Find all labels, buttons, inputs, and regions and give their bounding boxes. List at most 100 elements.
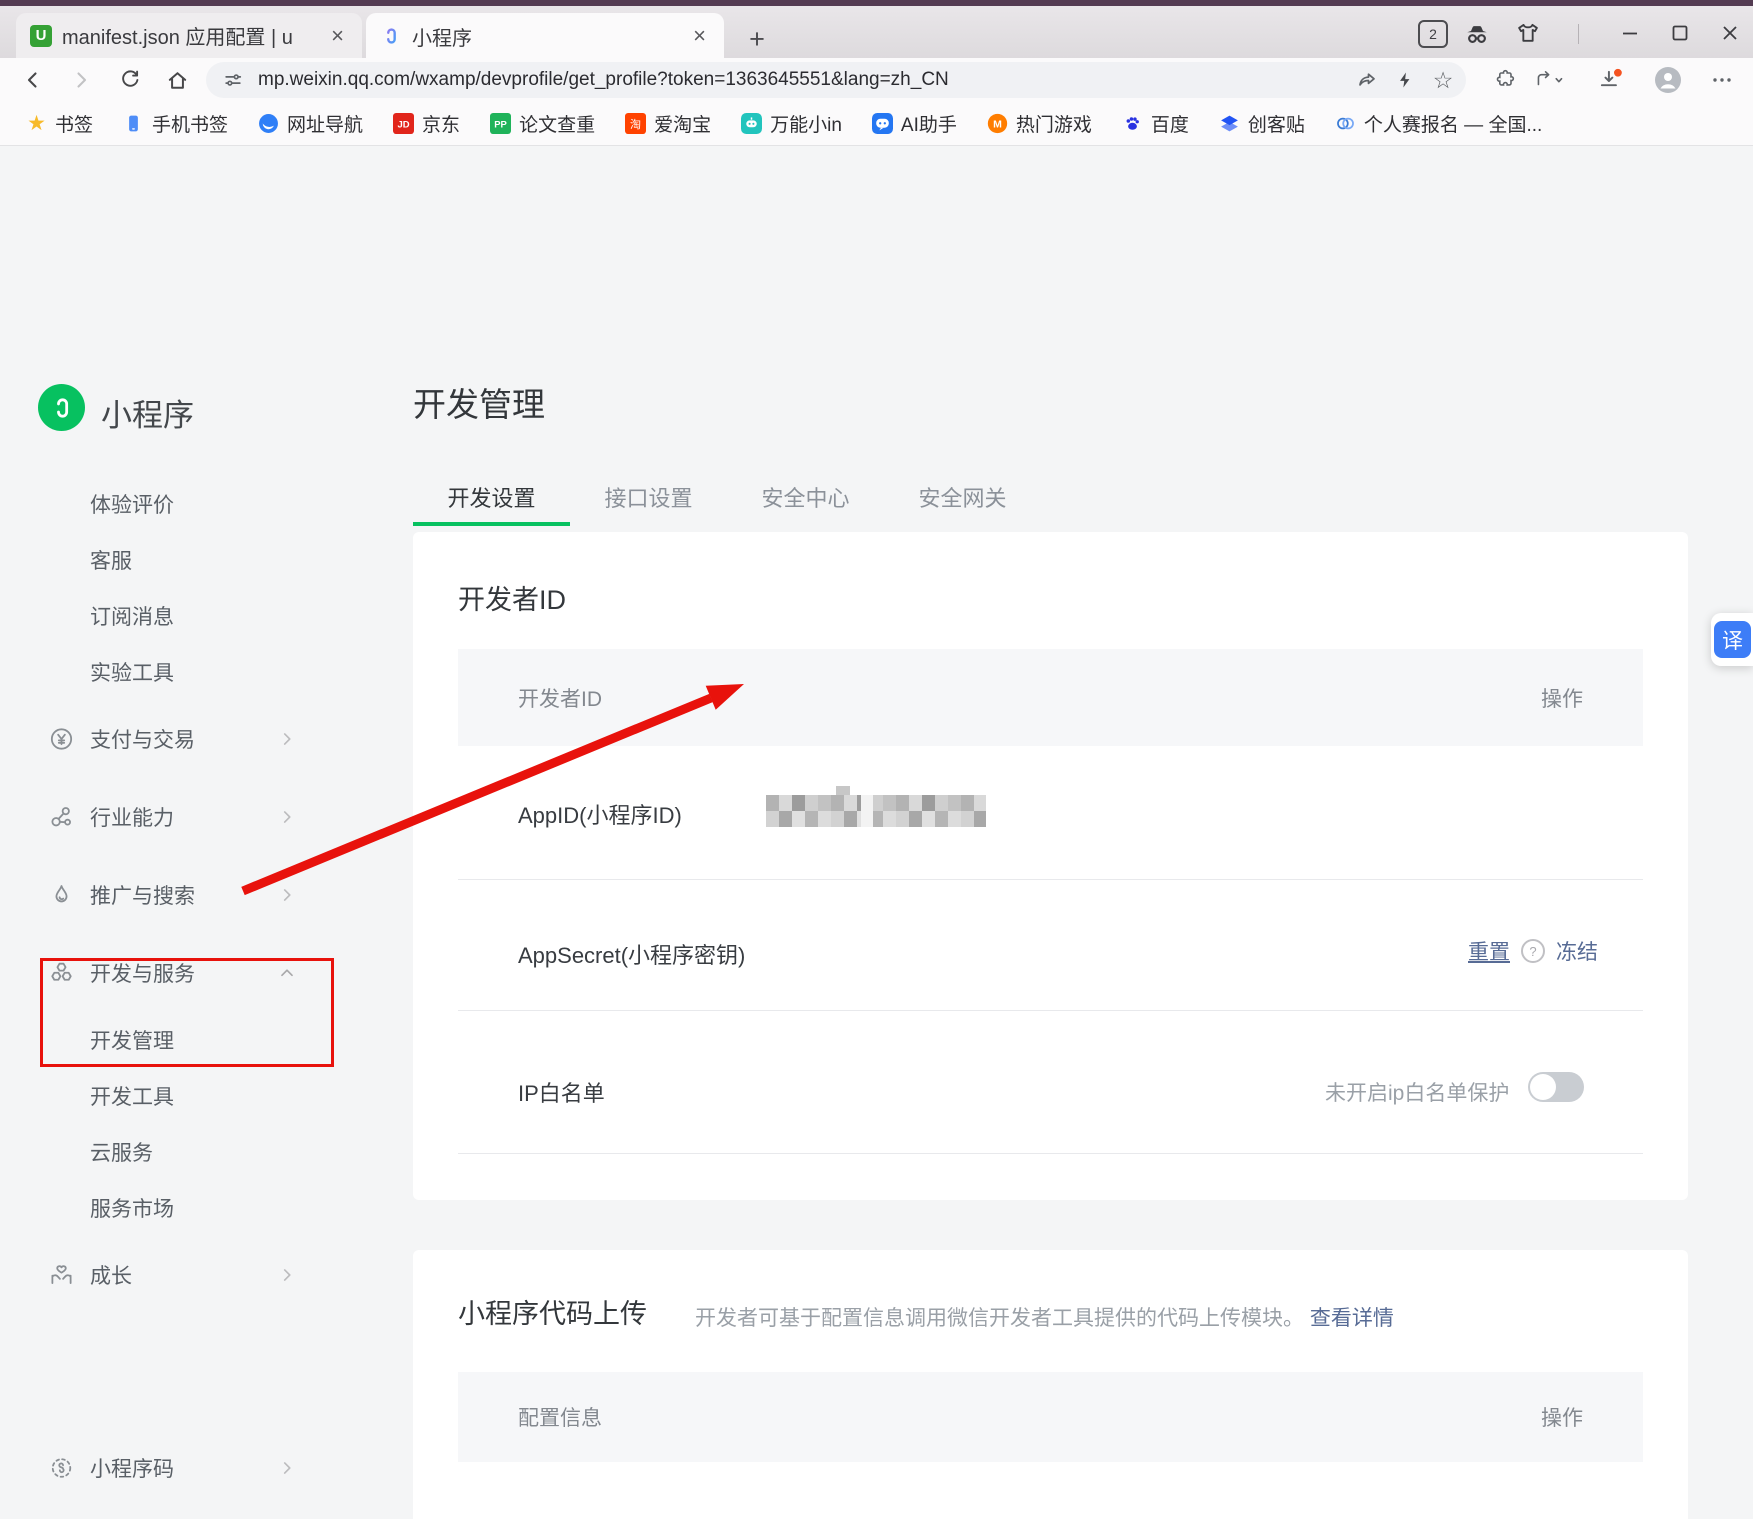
sidebar-item-dev-tools[interactable]: 开发工具 [0, 1068, 345, 1124]
chevron-up-icon [276, 962, 298, 984]
undo-dropdown-icon[interactable] [1534, 65, 1566, 95]
browser-tab-weapp[interactable]: 小程序 × [366, 13, 724, 59]
sidebar-item-dev-management[interactable]: 开发管理 [0, 1012, 345, 1068]
appsecret-actions: 重置 ? 冻结 [1468, 936, 1598, 966]
chevron-right-icon [276, 806, 298, 828]
bookmark-label: 创客贴 [1248, 110, 1305, 137]
section-title: 开发者ID [458, 578, 566, 617]
chuangkit-icon [1219, 113, 1240, 134]
reload-icon[interactable] [115, 65, 145, 95]
sidebar-item-experience-review[interactable]: 体验评价 [0, 476, 345, 532]
bookmark-wanneng-xin[interactable]: 万能小in [741, 110, 842, 137]
sidebar-item-industry-ability[interactable]: 行业能力 [0, 778, 345, 856]
dev-services-icon [48, 960, 75, 987]
mobile-bookmarks-icon [123, 113, 144, 134]
bookmark-hot-games[interactable]: M热门游戏 [987, 110, 1092, 137]
bookmark-star-icon[interactable]: ☆ [1428, 65, 1458, 95]
menu-dots-icon[interactable] [1706, 65, 1738, 95]
tab-title: 小程序 [412, 22, 472, 51]
bookmark-jd[interactable]: JD京东 [393, 110, 460, 137]
sidebar-item-subscribe-message[interactable]: 订阅消息 [0, 588, 345, 644]
tab-title: manifest.json 应用配置 | uni-app [62, 21, 292, 50]
row-divider [458, 1010, 1643, 1011]
tab-close-icon[interactable]: × [325, 23, 350, 49]
paper-check-icon: PP [490, 113, 511, 134]
tab-security-gateway[interactable]: 安全网关 [884, 476, 1041, 526]
flash-icon[interactable] [1390, 65, 1420, 95]
bookmark-site-nav[interactable]: 网址导航 [258, 110, 363, 137]
code-upload-card: 小程序代码上传 开发者可基于配置信息调用微信开发者工具提供的代码上传模块。 查看… [413, 1250, 1688, 1519]
home-icon[interactable] [162, 65, 192, 95]
help-icon[interactable]: ? [1521, 939, 1545, 963]
sidebar-nav: 体验评价客服订阅消息实验工具支付与交易行业能力推广与搜索开发与服务开发管理开发工… [0, 476, 345, 1519]
bookmark-label: AI助手 [901, 110, 957, 137]
freeze-link[interactable]: 冻结 [1556, 936, 1598, 966]
extensions-puzzle-icon[interactable] [1488, 65, 1520, 95]
bookmark-favorites[interactable]: ★书签 [26, 110, 93, 137]
bookmark-label: 手机书签 [152, 110, 228, 137]
tab-count-badge[interactable]: 2 [1418, 20, 1448, 48]
view-details-link[interactable]: 查看详情 [1310, 1307, 1394, 1330]
back-icon[interactable] [18, 65, 48, 95]
forward-icon[interactable] [66, 65, 96, 95]
profile-avatar[interactable] [1652, 65, 1684, 95]
site-info-icon[interactable] [222, 69, 244, 91]
developer-id-card: 开发者ID 开发者ID 操作 AppID(小程序ID) AppSecret(小程… [413, 532, 1688, 1200]
bookmark-mobile-bookmarks[interactable]: 手机书签 [123, 110, 228, 137]
bookmark-label: 网址导航 [287, 110, 363, 137]
address-bar[interactable]: mp.weixin.qq.com/wxamp/devprofile/get_pr… [206, 62, 1466, 98]
tab-security-center[interactable]: 安全中心 [727, 476, 884, 526]
bookmark-paper-check[interactable]: PP论文查重 [490, 110, 595, 137]
new-tab-button[interactable]: + [740, 22, 774, 56]
bookmark-ai-assistant[interactable]: AI助手 [872, 110, 957, 137]
sidebar-item-label: 开发管理 [90, 1025, 174, 1055]
bookmark-label: 百度 [1151, 110, 1189, 137]
bookmark-chuangkit[interactable]: 创客贴 [1219, 110, 1305, 137]
sidebar-item-payment-trade[interactable]: 支付与交易 [0, 700, 345, 778]
translate-icon: 译 [1714, 621, 1751, 658]
tab-close-icon[interactable]: × [687, 23, 712, 49]
theme-shirt-icon[interactable] [1512, 20, 1544, 48]
row-divider [458, 1153, 1643, 1154]
bookmark-aitaobao[interactable]: 淘爱淘宝 [625, 110, 711, 137]
bookmark-baidu[interactable]: 百度 [1122, 110, 1189, 137]
sidebar-item-dev-services[interactable]: 开发与服务 [0, 934, 345, 1012]
reset-link[interactable]: 重置 [1468, 936, 1510, 966]
settings-tabs: 开发设置接口设置安全中心安全网关 [413, 476, 1041, 526]
translate-button[interactable]: 译 [1711, 613, 1753, 666]
minimize-button[interactable] [1612, 20, 1648, 46]
sidebar-item-label: 成长 [90, 1260, 132, 1290]
ip-whitelist-toggle[interactable] [1528, 1072, 1584, 1102]
sidebar-item-notification-center[interactable]: 通知中心 [0, 1507, 345, 1519]
aitaobao-icon: 淘 [625, 113, 646, 134]
sidebar-item-growth[interactable]: 成长 [0, 1236, 345, 1314]
maximize-button[interactable] [1662, 20, 1698, 46]
sidebar-item-label: 小程序码 [90, 1453, 174, 1483]
share-icon[interactable] [1352, 65, 1382, 95]
browser-toolbar: mp.weixin.qq.com/wxamp/devprofile/get_pr… [0, 58, 1753, 102]
sidebar-item-weapp-code[interactable]: 小程序码 [0, 1429, 345, 1507]
browser-tab-uniapp[interactable]: U manifest.json 应用配置 | uni-app × [16, 13, 362, 58]
close-button[interactable] [1712, 20, 1748, 46]
browser-window: U manifest.json 应用配置 | uni-app × 小程序 × +… [0, 0, 1753, 1519]
tab-api-settings[interactable]: 接口设置 [570, 476, 727, 526]
sidebar-item-customer-service[interactable]: 客服 [0, 532, 345, 588]
sidebar-item-experiment-tools[interactable]: 实验工具 [0, 644, 345, 700]
sidebar-item-label: 开发工具 [90, 1081, 174, 1111]
url-text[interactable]: mp.weixin.qq.com/wxamp/devprofile/get_pr… [258, 69, 1352, 91]
sidebar-item-label: 客服 [90, 545, 132, 575]
weapp-favicon-icon [380, 25, 402, 47]
tab-dev-settings[interactable]: 开发设置 [413, 476, 570, 526]
sidebar-item-cloud-service[interactable]: 云服务 [0, 1124, 345, 1180]
sidebar-item-label: 体验评价 [90, 489, 174, 519]
sidebar-item-service-market[interactable]: 服务市场 [0, 1180, 345, 1236]
incognito-icon[interactable] [1458, 20, 1496, 48]
payment-trade-icon [48, 726, 75, 753]
appid-redacted-value [766, 795, 986, 827]
sidebar-item-label: 支付与交易 [90, 724, 195, 754]
bookmark-label: 书签 [55, 110, 93, 137]
sidebar-item-promotion-search[interactable]: 推广与搜索 [0, 856, 345, 934]
sidebar-item-label: 实验工具 [90, 657, 174, 687]
download-icon[interactable] [1594, 65, 1626, 95]
bookmark-race-signup[interactable]: 个人赛报名 — 全国... [1335, 110, 1542, 137]
